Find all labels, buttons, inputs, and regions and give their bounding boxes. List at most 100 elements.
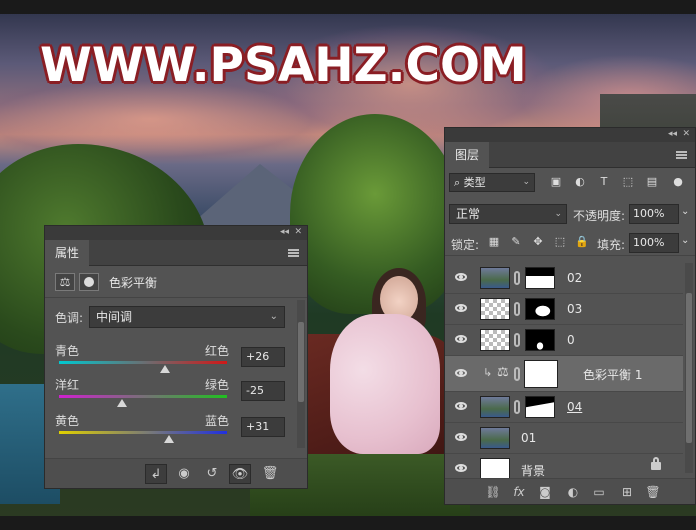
type-filter-icon[interactable]: T <box>597 175 611 189</box>
shape-filter-icon[interactable]: ⬚ <box>621 175 635 189</box>
opacity-input[interactable]: 100% <box>629 204 679 224</box>
tab-layers[interactable]: 图层 <box>445 142 490 168</box>
layer-name[interactable]: 03 <box>567 302 582 316</box>
panel-title-strip[interactable]: ◂◂ ✕ <box>45 226 307 240</box>
panel-title-strip[interactable]: ◂◂ ✕ <box>445 128 695 142</box>
new-layer-icon[interactable]: ⊞ <box>617 482 637 502</box>
collapse-icon[interactable]: ◂◂ <box>668 129 677 139</box>
slider-right-label: 红色 <box>204 344 229 358</box>
lock-image-icon[interactable]: ✎ <box>509 235 523 249</box>
layer-thumbnail[interactable] <box>480 427 510 449</box>
yellow-blue-slider[interactable]: 黄色 蓝色 +31 <box>55 412 285 452</box>
close-icon[interactable]: ✕ <box>682 129 690 139</box>
reset-icon[interactable]: ↺ <box>201 464 223 484</box>
layer-mask-thumbnail[interactable] <box>525 298 555 320</box>
lock-position-icon[interactable]: ✥ <box>531 235 545 249</box>
pixel-filter-icon[interactable]: ▣ <box>549 175 563 189</box>
layer-mask-thumbnail[interactable] <box>525 396 555 418</box>
add-mask-icon[interactable]: ◙ <box>535 482 555 502</box>
link-icon[interactable]: ⛓ <box>483 482 503 502</box>
scrollbar[interactable] <box>297 300 305 448</box>
link-icon[interactable] <box>514 271 520 285</box>
layer-row[interactable]: 0 <box>445 325 683 356</box>
layer-name[interactable]: 色彩平衡 1 <box>583 366 642 383</box>
filter-toggle-icon[interactable]: ● <box>671 175 685 189</box>
delete-icon[interactable]: 🗑 <box>259 464 281 484</box>
clipping-arrow-icon: ↳ <box>483 366 493 379</box>
scrollbar[interactable] <box>685 263 693 473</box>
fill-label: 填充: <box>597 238 626 252</box>
slider-track[interactable] <box>59 361 227 364</box>
filter-kind-select[interactable]: ⌕ 类型 ⌄ <box>449 173 535 192</box>
slider-value-input[interactable]: +31 <box>241 417 285 437</box>
slider-value-input[interactable]: +26 <box>241 347 285 367</box>
layer-row[interactable]: 02 <box>445 263 683 294</box>
smart-object-filter-icon[interactable]: ▤ <box>645 175 659 189</box>
visibility-eye-icon[interactable] <box>455 273 467 281</box>
visibility-eye-icon[interactable] <box>455 433 467 441</box>
slider-track[interactable] <box>59 395 227 398</box>
layer-row[interactable]: 01 <box>445 423 683 454</box>
slider-value-input[interactable]: -25 <box>241 381 285 401</box>
layer-name[interactable]: 01 <box>521 431 536 445</box>
delete-icon[interactable]: 🗑 <box>643 482 663 502</box>
layer-row[interactable]: 04 <box>445 392 683 423</box>
link-icon[interactable] <box>514 302 520 316</box>
layer-thumbnail[interactable] <box>480 396 510 418</box>
lock-all-icon[interactable]: 🔒 <box>575 235 589 249</box>
layer-row[interactable]: 03 <box>445 294 683 325</box>
slider-thumb[interactable] <box>159 365 170 373</box>
layers-footer: ⛓ fx ◙ ◐ ▭ ⊞ 🗑 <box>445 478 695 504</box>
visibility-eye-icon[interactable] <box>455 369 467 377</box>
lock-transparent-icon[interactable]: ▦ <box>487 235 501 249</box>
link-icon[interactable] <box>514 367 520 381</box>
fx-icon[interactable]: fx <box>509 482 529 502</box>
layer-thumbnail[interactable] <box>480 458 510 480</box>
visibility-eye-icon[interactable] <box>455 402 467 410</box>
layer-thumbnail[interactable] <box>480 298 510 320</box>
color-balance-icon[interactable]: ⚖ <box>497 365 509 380</box>
link-icon[interactable] <box>514 400 520 414</box>
adjustment-icon[interactable]: ◐ <box>563 482 583 502</box>
mask-icon[interactable] <box>79 273 99 291</box>
slider-thumb[interactable] <box>117 399 127 407</box>
close-icon[interactable]: ✕ <box>294 227 302 237</box>
slider-thumb[interactable] <box>164 435 175 443</box>
layer-row-selected[interactable]: ↳ ⚖ 色彩平衡 1 <box>445 356 683 392</box>
panel-menu-icon[interactable] <box>288 249 299 257</box>
layer-thumbnail[interactable] <box>480 267 510 289</box>
lock-icon <box>651 457 661 470</box>
adjustment-filter-icon[interactable]: ◐ <box>573 175 587 189</box>
clip-to-layer-icon[interactable]: ↲ <box>145 464 167 484</box>
fill-input[interactable]: 100% <box>629 233 679 253</box>
panel-menu-icon[interactable] <box>676 151 687 159</box>
layer-mask-thumbnail[interactable] <box>525 267 555 289</box>
tab-properties[interactable]: 属性 <box>45 240 90 266</box>
link-icon[interactable] <box>514 333 520 347</box>
layer-name[interactable]: 04 <box>567 400 582 414</box>
view-previous-icon[interactable]: ◉ <box>173 464 195 484</box>
chevron-down-icon[interactable]: ⌄ <box>681 235 689 246</box>
visibility-icon[interactable]: 👁 <box>229 464 251 484</box>
lock-artboard-icon[interactable]: ⬚ <box>553 235 567 249</box>
slider-track[interactable] <box>59 431 227 434</box>
visibility-eye-icon[interactable] <box>455 304 467 312</box>
layer-thumbnail[interactable] <box>480 329 510 351</box>
layer-name[interactable]: 02 <box>567 271 582 285</box>
layer-mask-thumbnail[interactable] <box>525 329 555 351</box>
blend-mode-select[interactable]: 正常 ⌄ <box>449 204 567 224</box>
folder-icon[interactable]: ▭ <box>589 482 609 502</box>
search-icon: ⌕ <box>454 176 464 189</box>
visibility-eye-icon[interactable] <box>455 335 467 343</box>
magenta-green-slider[interactable]: 洋红 绿色 -25 <box>55 376 285 416</box>
balance-icon[interactable]: ⚖ <box>55 273 75 291</box>
layer-name[interactable]: 0 <box>567 333 575 347</box>
layer-mask-thumbnail[interactable] <box>524 360 558 388</box>
collapse-icon[interactable]: ◂◂ <box>280 227 289 237</box>
layer-name[interactable]: 背景 <box>521 462 545 479</box>
slider-left-label: 洋红 <box>55 378 80 392</box>
visibility-eye-icon[interactable] <box>455 464 467 472</box>
tone-select[interactable]: 中间调 ⌄ <box>89 306 285 328</box>
girl-dress <box>330 314 440 454</box>
chevron-down-icon[interactable]: ⌄ <box>681 206 689 217</box>
